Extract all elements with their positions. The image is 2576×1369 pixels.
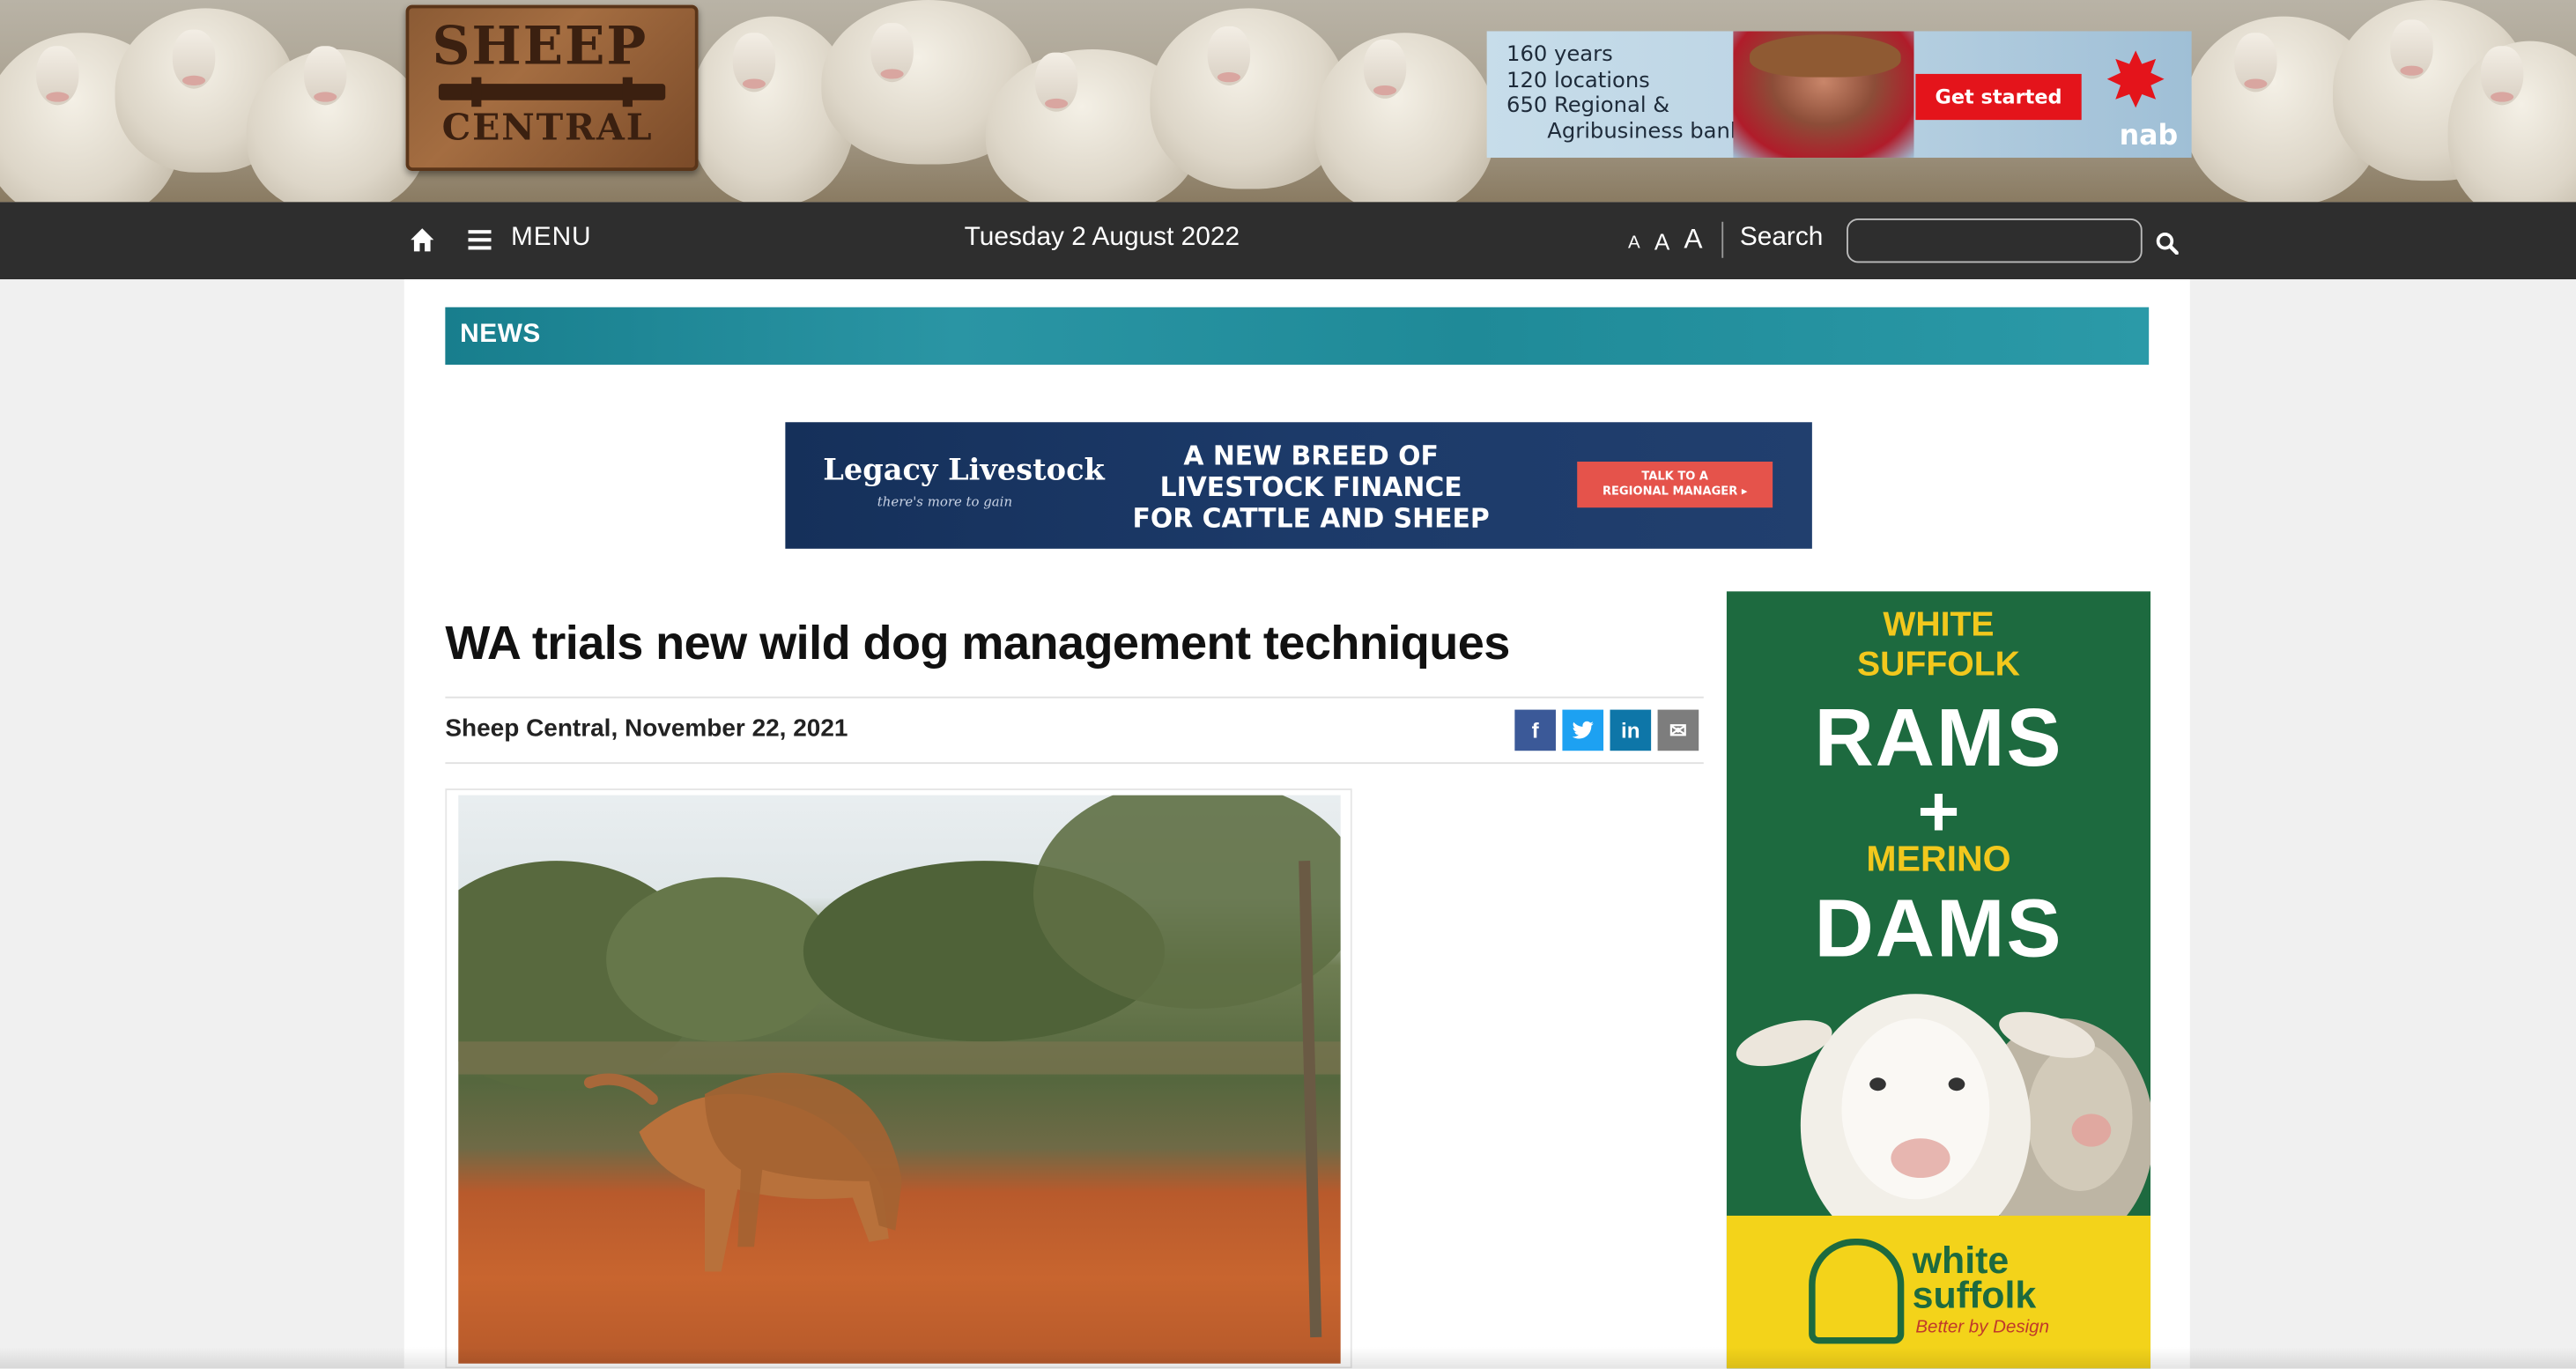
ad-heading-line: SUFFOLK bbox=[1857, 645, 2020, 684]
ad-heading-line: WHITE bbox=[1883, 606, 1995, 645]
search-label: Search bbox=[1739, 223, 1824, 252]
button-line: TALK TO A bbox=[1641, 470, 1708, 484]
ad-merino-text: MERINO bbox=[1866, 838, 2011, 879]
divider bbox=[445, 696, 1704, 699]
article-image[interactable] bbox=[458, 795, 1341, 1364]
email-icon: ✉ bbox=[1669, 716, 1688, 742]
get-started-button[interactable]: Get started bbox=[1915, 73, 2082, 121]
ad-heading: WHITE SUFFOLK bbox=[1727, 606, 2150, 685]
facebook-icon: f bbox=[1531, 717, 1539, 743]
ad-logo-tagline: Better by Design bbox=[1915, 1317, 2050, 1337]
ad-rams-text: RAMS bbox=[1814, 692, 2063, 784]
twitter-share-button[interactable] bbox=[1562, 709, 1604, 751]
wild-dog-photo bbox=[458, 795, 1341, 1338]
ad-headline-line: FOR CATTLE AND SHEEP bbox=[1132, 502, 1490, 535]
nav-bar: MENU Tuesday 2 August 2022 A A A Search bbox=[0, 202, 2576, 280]
nav-divider bbox=[1721, 221, 1724, 258]
home-icon[interactable] bbox=[409, 226, 435, 253]
ad-brand-name: Legacy Livestock bbox=[823, 453, 1105, 488]
bottom-shadow bbox=[0, 1347, 2576, 1369]
linkedin-icon: in bbox=[1621, 717, 1640, 743]
ad-logo-word: white suffolk bbox=[1912, 1241, 2037, 1316]
logo-decoration bbox=[438, 77, 666, 107]
site-logo[interactable]: SHEEP CENTRAL bbox=[405, 4, 699, 171]
ad-logo-panel: white suffolk Better by Design bbox=[1726, 1215, 2151, 1369]
button-line: REGIONAL MANAGER ▸ bbox=[1577, 485, 1773, 500]
ad-headline: A NEW BREED OF LIVESTOCK FINANCE FOR CAT… bbox=[1114, 440, 1508, 534]
divider bbox=[445, 762, 1704, 765]
facebook-share-button[interactable]: f bbox=[1514, 709, 1556, 751]
nab-star-icon: ✸ bbox=[2104, 36, 2168, 125]
button-text: REGIONAL MANAGER bbox=[1602, 485, 1738, 499]
font-size-small[interactable]: A bbox=[1628, 233, 1640, 253]
ad-headline-line: LIVESTOCK FINANCE bbox=[1159, 471, 1462, 503]
page: SHEEP CENTRAL 160 years 120 locations 65… bbox=[0, 0, 2576, 1369]
email-share-button[interactable]: ✉ bbox=[1657, 709, 1699, 751]
header-advertisement[interactable]: 160 years 120 locations 650 Regional & A… bbox=[1486, 31, 2192, 159]
sheep-photo bbox=[1736, 994, 2151, 1225]
talk-to-manager-button[interactable]: TALK TO A REGIONAL MANAGER ▸ bbox=[1577, 462, 1773, 508]
white-suffolk-advertisement[interactable]: WHITE SUFFOLK RAMS + MERINO DAMS white s… bbox=[1726, 591, 2151, 1369]
section-label[interactable]: NEWS bbox=[460, 321, 541, 351]
logo-word-line: suffolk bbox=[1912, 1273, 2037, 1316]
article-title: WA trials new wild dog management techni… bbox=[445, 618, 1510, 670]
legacy-livestock-advertisement[interactable]: Legacy Livestock there's more to gain A … bbox=[785, 422, 1812, 549]
ad-headline-line: A NEW BREED OF bbox=[1183, 440, 1439, 472]
menu-button[interactable]: MENU bbox=[511, 224, 592, 254]
menu-icon[interactable] bbox=[468, 230, 492, 250]
arrow-right-icon: ▸ bbox=[1741, 485, 1748, 499]
current-date: Tuesday 2 August 2022 bbox=[964, 223, 1240, 252]
search-icon[interactable] bbox=[2156, 232, 2179, 255]
font-size-medium[interactable]: A bbox=[1654, 228, 1669, 255]
linkedin-share-button[interactable]: in bbox=[1610, 709, 1652, 751]
ad-photo-hat bbox=[1750, 34, 1901, 78]
white-suffolk-logo-icon bbox=[1809, 1239, 1905, 1344]
section-header: NEWS bbox=[445, 307, 2150, 365]
ad-brand: nab bbox=[2119, 120, 2179, 153]
ad-tagline: there's more to gain bbox=[877, 494, 1013, 510]
logo-line2: CENTRAL bbox=[441, 107, 654, 150]
search-input[interactable] bbox=[1847, 218, 2143, 263]
logo-line1: SHEEP bbox=[432, 14, 648, 78]
twitter-icon bbox=[1572, 721, 1594, 739]
font-size-large[interactable]: A bbox=[1684, 224, 1702, 256]
header-banner: SHEEP CENTRAL 160 years 120 locations 65… bbox=[0, 0, 2576, 203]
article-byline: Sheep Central, November 22, 2021 bbox=[445, 714, 848, 743]
